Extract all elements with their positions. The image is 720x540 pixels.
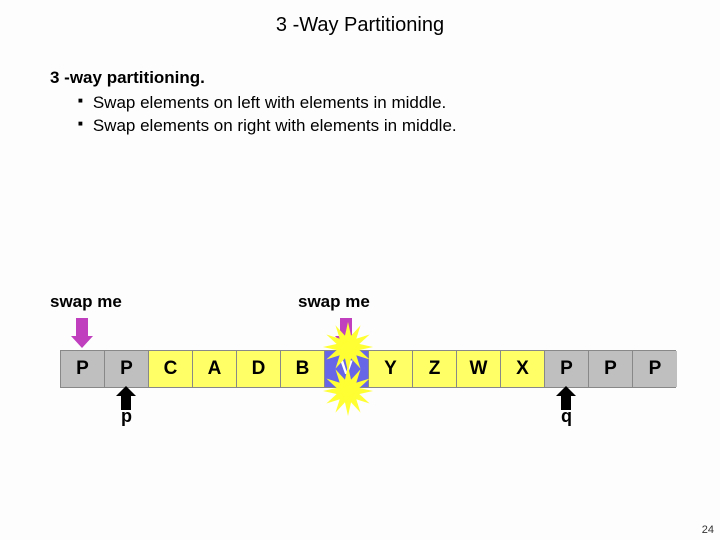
swap-label-left: swap me [50,292,122,312]
bullet-list: Swap elements on left with elements in m… [50,92,670,138]
array-cell: P [633,351,677,387]
array-cell: X [501,351,545,387]
content-block: 3 -way partitioning. Swap elements on le… [0,37,720,138]
array-cell: Y [369,351,413,387]
array-cell: P [61,351,105,387]
array-cell: C [149,351,193,387]
array-cell: P [589,351,633,387]
array-cell: D [237,351,281,387]
array-cell: A [193,351,237,387]
array-cell: P [545,351,589,387]
array-cell: Z [413,351,457,387]
bullet-item: Swap elements on right with elements in … [78,115,670,138]
swap-label-right: swap me [298,292,370,312]
section-heading: 3 -way partitioning. [50,67,670,90]
array-cells: PPCADBVYZWXPPP [60,350,676,388]
page-title: 3 -Way Partitioning [0,0,720,37]
array-diagram: swap me swap me PPCADBVYZWXPPP p q [60,350,676,388]
bullet-item: Swap elements on left with elements in m… [78,92,670,115]
array-cell: B [281,351,325,387]
pointer-p-label: p [121,406,132,427]
array-cell: V [325,351,369,387]
page-number: 24 [702,524,714,536]
array-cell: W [457,351,501,387]
pointer-q-label: q [561,406,572,427]
array-cell: P [105,351,149,387]
